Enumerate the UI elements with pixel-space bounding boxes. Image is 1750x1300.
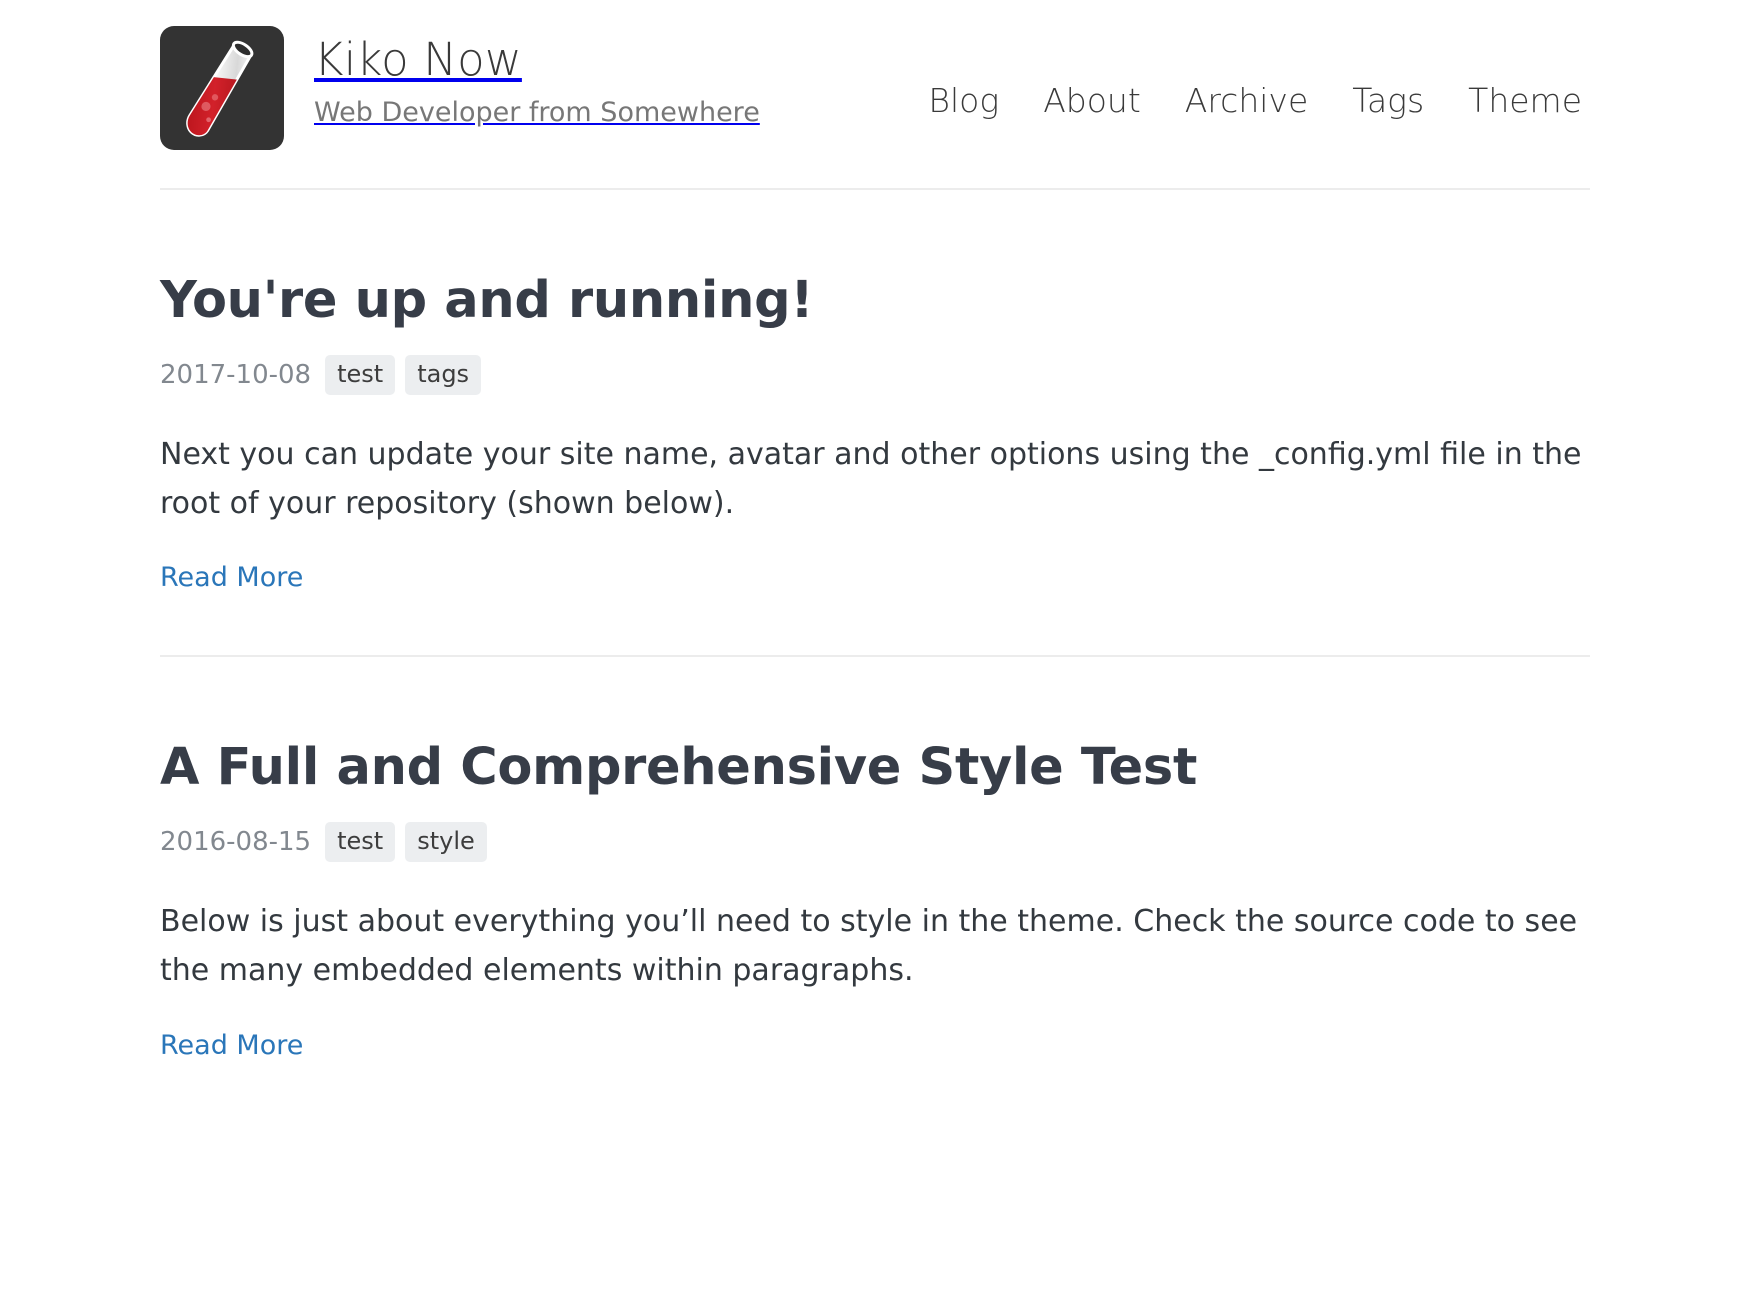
nav-item-about[interactable]: About — [1043, 84, 1141, 117]
site-brand-link[interactable]: Kiko Now Web Developer from Somewhere — [160, 26, 760, 150]
post-excerpt: Below is just about everything you’ll ne… — [160, 898, 1590, 995]
nav-item-tags[interactable]: Tags — [1352, 84, 1424, 117]
read-more-link[interactable]: Read More — [160, 1032, 303, 1059]
site-header: Kiko Now Web Developer from Somewhere Bl… — [0, 0, 1750, 190]
nav-item-archive[interactable]: Archive — [1185, 84, 1308, 117]
post-meta: 2017-10-08 test tags — [160, 355, 1590, 395]
page-root: Kiko Now Web Developer from Somewhere Bl… — [0, 0, 1750, 1300]
brand-text: Kiko Now Web Developer from Somewhere — [314, 26, 760, 130]
post-list: You're up and running! 2017-10-08 test t… — [0, 190, 1750, 1123]
post-excerpt: Next you can update your site name, avat… — [160, 431, 1590, 528]
tag-pill[interactable]: tags — [405, 355, 481, 395]
post-item: You're up and running! 2017-10-08 test t… — [160, 190, 1590, 655]
nav-item-blog[interactable]: Blog — [928, 84, 999, 117]
nav-item-theme[interactable]: Theme — [1468, 84, 1582, 117]
site-title: Kiko Now — [314, 36, 760, 83]
post-title: A Full and Comprehensive Style Test — [160, 739, 1590, 796]
post-meta: 2016-08-15 test style — [160, 822, 1590, 862]
read-more-link[interactable]: Read More — [160, 564, 303, 591]
tag-pill[interactable]: style — [405, 822, 487, 862]
site-nav: Blog About Archive Tags Theme — [928, 26, 1590, 117]
post-title-link[interactable]: A Full and Comprehensive Style Test — [160, 738, 1197, 797]
header-inner: Kiko Now Web Developer from Somewhere Bl… — [160, 26, 1590, 188]
tag-pill[interactable]: test — [325, 355, 395, 395]
test-tube-icon — [160, 26, 284, 150]
post-title-link[interactable]: You're up and running! — [160, 271, 813, 330]
post-date: 2016-08-15 — [160, 829, 315, 855]
tag-pill[interactable]: test — [325, 822, 395, 862]
post-title: You're up and running! — [160, 272, 1590, 329]
post-item: A Full and Comprehensive Style Test 2016… — [160, 657, 1590, 1122]
post-date: 2017-10-08 — [160, 362, 315, 388]
site-tagline: Web Developer from Somewhere — [314, 97, 760, 129]
